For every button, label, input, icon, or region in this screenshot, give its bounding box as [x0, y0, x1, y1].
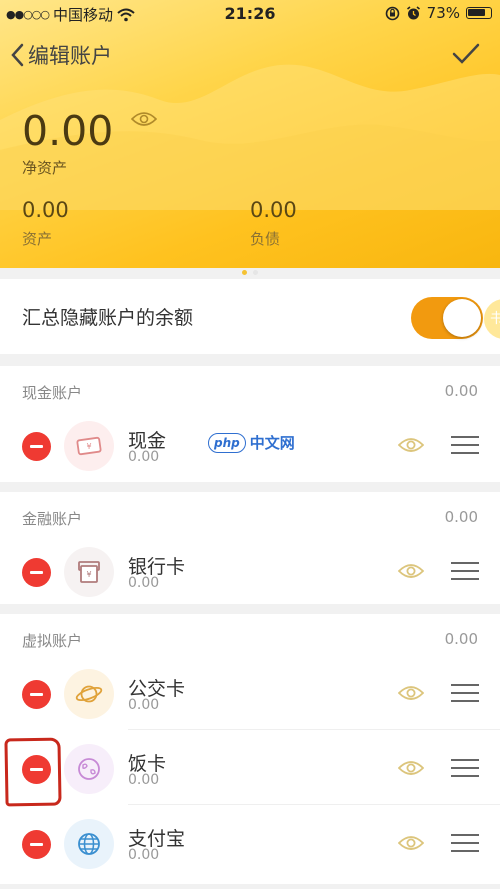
- section-header: 金融账户 0.00: [0, 492, 500, 532]
- back-button[interactable]: 编辑账户: [10, 40, 112, 70]
- drag-handle-icon[interactable]: [451, 759, 479, 777]
- section-title: 虚拟账户: [22, 632, 83, 650]
- page-dot: [253, 270, 258, 275]
- hidden-balance-row: 汇总隐藏账户的余额 书: [0, 279, 500, 354]
- checkmark-icon: [452, 43, 480, 64]
- eye-icon: [130, 112, 158, 126]
- page-indicator: [0, 270, 500, 278]
- visibility-toggle-button[interactable]: [397, 436, 425, 458]
- account-row[interactable]: 支付宝 0.00: [0, 804, 500, 879]
- liabilities-label: 负债: [250, 230, 281, 248]
- battery-icon: [466, 7, 492, 19]
- battery-percent: 73%: [426, 4, 460, 22]
- net-assets-value: 0.00: [22, 107, 114, 155]
- section-total: 0.00: [444, 630, 478, 648]
- eye-icon: [397, 836, 425, 856]
- delete-account-button[interactable]: [22, 680, 51, 709]
- assets-label: 资产: [22, 230, 53, 248]
- delete-account-button[interactable]: [22, 558, 51, 587]
- section-title: 现金账户: [22, 384, 83, 402]
- eye-icon: [397, 564, 425, 584]
- hidden-balance-toggle[interactable]: [411, 297, 483, 339]
- page-dot: [242, 270, 247, 275]
- account-balance: 0.00: [128, 772, 160, 788]
- delete-account-button[interactable]: [22, 830, 51, 859]
- drag-handle-icon[interactable]: [451, 684, 479, 702]
- bank-card-icon: ¥: [64, 547, 114, 597]
- section-title: 金融账户: [22, 510, 83, 528]
- section-header: 现金账户 0.00: [0, 366, 500, 406]
- toggle-knob: [443, 299, 481, 337]
- account-section: 现金账户 0.00 ¥ 现金 0.00: [0, 366, 500, 482]
- section-total: 0.00: [444, 382, 478, 400]
- visibility-toggle-button[interactable]: [397, 562, 425, 584]
- cash-icon: ¥: [64, 421, 114, 471]
- row-divider: [128, 804, 500, 805]
- page-title: 编辑账户: [28, 44, 112, 68]
- visibility-toggle-button[interactable]: [397, 759, 425, 781]
- globe-icon: [64, 744, 114, 794]
- drag-handle-icon[interactable]: [451, 834, 479, 852]
- planet-icon: [64, 669, 114, 719]
- alarm-icon: [406, 5, 420, 19]
- account-row[interactable]: 公交卡 0.00: [0, 654, 500, 729]
- liabilities-value: 0.00: [250, 198, 297, 222]
- rotation-lock-icon: [385, 6, 399, 20]
- drag-handle-icon[interactable]: [451, 562, 479, 580]
- account-section: 金融账户 0.00 ¥ 银行卡 0.00: [0, 492, 500, 604]
- status-bar: ●●○○○ 中国移动 21:26 73%: [0, 0, 500, 28]
- net-assets-label: 净资产: [22, 159, 68, 177]
- svg-text:¥: ¥: [86, 570, 91, 579]
- watermark-badge: php: [208, 432, 246, 453]
- account-section: 虚拟账户 0.00 公交卡 0.00 饭卡 0.00 支付宝 0.00: [0, 614, 500, 884]
- watermark: php 中文网: [208, 432, 295, 453]
- section-total: 0.00: [444, 508, 478, 526]
- side-edge-tab[interactable]: 书: [484, 299, 500, 339]
- confirm-button[interactable]: [452, 42, 480, 70]
- delete-account-button[interactable]: [22, 432, 51, 461]
- eye-icon: [397, 761, 425, 781]
- row-divider: [128, 729, 500, 730]
- account-balance: 0.00: [128, 697, 160, 713]
- drag-handle-icon[interactable]: [451, 436, 479, 454]
- web-globe-icon: [64, 819, 114, 869]
- account-balance: 0.00: [128, 575, 160, 591]
- hidden-balance-label: 汇总隐藏账户的余额: [22, 307, 194, 329]
- watermark-text: 中文网: [249, 434, 295, 452]
- visibility-toggle-button[interactable]: [397, 684, 425, 706]
- account-balance: 0.00: [128, 847, 160, 863]
- account-row[interactable]: 饭卡 0.00: [0, 729, 500, 804]
- visibility-toggle-button[interactable]: [397, 834, 425, 856]
- assets-value: 0.00: [22, 198, 69, 222]
- account-row[interactable]: ¥ 银行卡 0.00: [0, 532, 500, 607]
- account-balance: 0.00: [128, 449, 160, 465]
- section-header: 虚拟账户 0.00: [0, 614, 500, 654]
- chevron-left-icon: [11, 43, 24, 67]
- summary-header: ●●○○○ 中国移动 21:26 73% 编辑账户 0.00 净资产 0.00 …: [0, 0, 500, 268]
- svg-text:¥: ¥: [86, 442, 91, 451]
- eye-icon: [397, 438, 425, 458]
- toggle-visibility-button[interactable]: [130, 110, 158, 132]
- nav-bar: 编辑账户: [0, 38, 500, 74]
- eye-icon: [397, 686, 425, 706]
- annotation-highlight-box: [4, 737, 62, 807]
